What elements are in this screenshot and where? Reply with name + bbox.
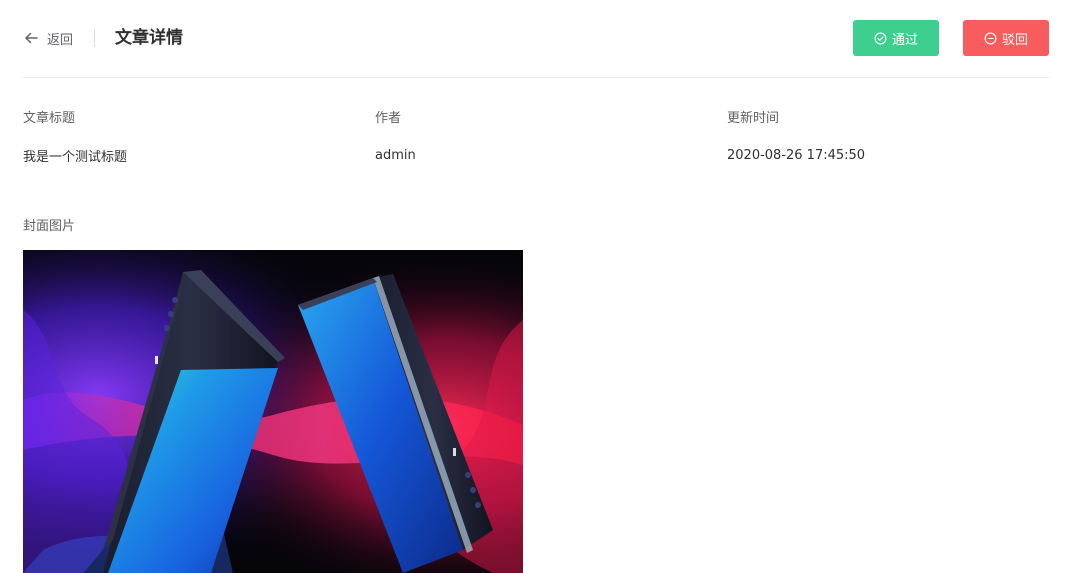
arrow-left-icon: [23, 30, 39, 46]
approve-label: 通过: [891, 32, 918, 48]
minus-circle-icon: [984, 32, 1002, 45]
approve-button[interactable]: 通过: [853, 20, 939, 56]
updated-time-label: 更新时间: [727, 111, 780, 126]
article-title-value: 我是一个测试标题: [23, 150, 128, 165]
check-circle-icon: [874, 32, 892, 45]
article-title-label: 文章标题: [23, 111, 76, 126]
back-button[interactable]: 返回: [23, 28, 73, 48]
cover-image: [23, 250, 523, 573]
header-divider: [94, 29, 95, 47]
cover-image-label: 封面图片: [23, 219, 76, 234]
page-title: 文章详情: [115, 28, 183, 48]
back-label: 返回: [47, 32, 74, 48]
article-detail-page: 返回 文章详情 通过 驳回 文章标题 我是一个测试标题 作者 admin 更新时…: [0, 0, 1076, 573]
author-value: admin: [375, 148, 416, 163]
author-label: 作者: [375, 111, 402, 126]
reject-button[interactable]: 驳回: [963, 20, 1049, 56]
updated-time-value: 2020-08-26 17:45:50: [727, 148, 866, 163]
page-header: 返回 文章详情 通过 驳回: [23, 0, 1049, 78]
reject-label: 驳回: [1001, 32, 1028, 48]
